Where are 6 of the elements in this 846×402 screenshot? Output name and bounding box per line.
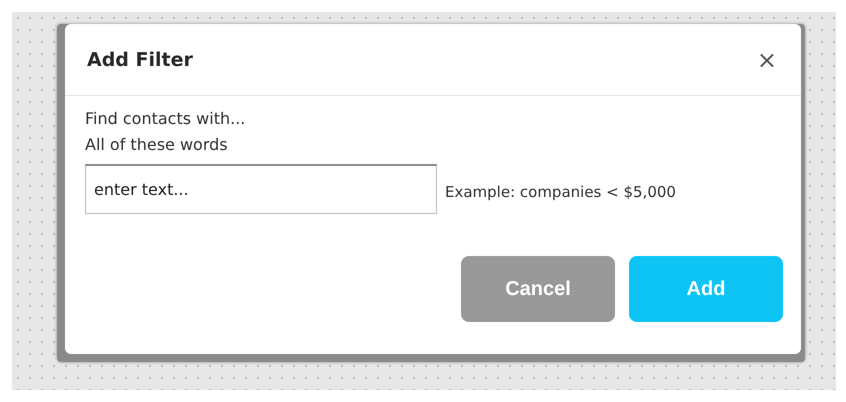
- field-label: All of these words: [85, 134, 229, 156]
- example-text: Example: companies < $5,000: [445, 183, 676, 201]
- intro-text: Find contacts with...: [85, 108, 246, 130]
- words-input-field[interactable]: enter text...: [85, 164, 437, 214]
- dialog-title: Add Filter: [87, 48, 193, 70]
- close-button[interactable]: ×: [756, 46, 777, 74]
